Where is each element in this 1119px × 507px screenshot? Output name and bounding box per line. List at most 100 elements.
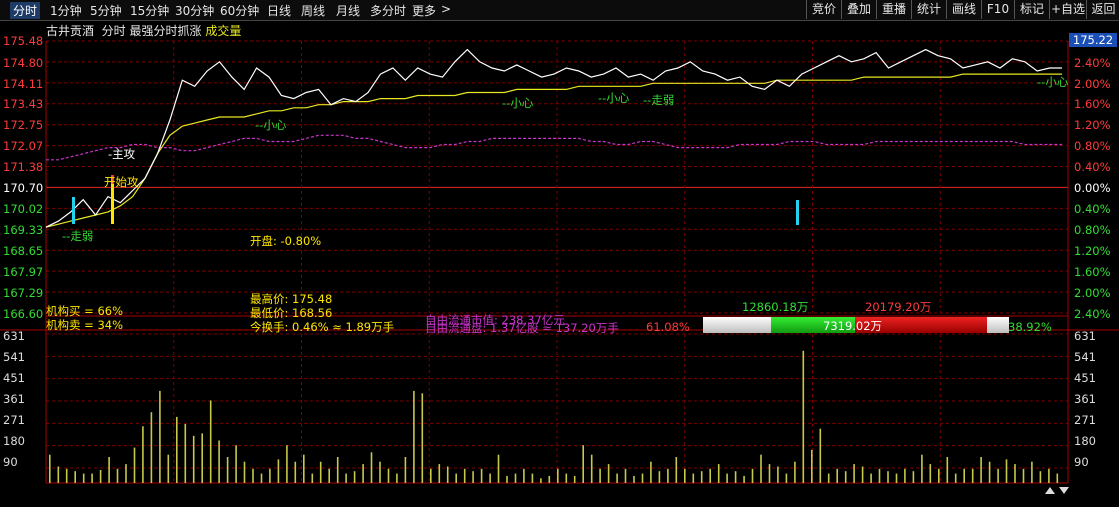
volume-bar: [658, 471, 661, 483]
volume-bar: [201, 433, 203, 483]
open-change: 开盘: -0.80%: [250, 234, 322, 248]
flow-red-top: 20179.20万: [865, 300, 932, 314]
flow-bar-white-left: [703, 317, 771, 333]
signal-zhugong: -主攻: [108, 147, 136, 161]
inst-sell: 机构卖 = 34%: [46, 318, 124, 332]
volume-bar: [700, 471, 703, 483]
volume-bar: [167, 454, 170, 483]
volume-bar: [1031, 461, 1033, 483]
volume-bar: [286, 445, 288, 483]
volume-bar: [590, 454, 593, 483]
volume-bar: [616, 473, 618, 483]
volume-bar: [633, 475, 635, 483]
volume-bar: [751, 468, 754, 483]
signal-bar-cyan: [72, 197, 75, 224]
volume-bar: [954, 473, 957, 483]
volume-bar: [717, 464, 720, 483]
volume-bar: [988, 461, 991, 483]
volume-bar: [675, 457, 678, 483]
volume-bar: [599, 468, 601, 483]
volume-bar: [684, 468, 686, 483]
volume-bar: [176, 416, 178, 483]
volume-bar: [269, 468, 271, 483]
volume-bar: [827, 473, 830, 483]
volume-bar: [811, 449, 813, 483]
signal-xiaoxin-3: --小心: [598, 91, 630, 105]
volume-bar: [472, 471, 474, 483]
volume-bar: [895, 473, 898, 483]
volume-bar: [1014, 464, 1016, 483]
volume-bar: [1056, 473, 1059, 483]
volume-bar: [463, 468, 466, 483]
volume-bar: [319, 461, 322, 483]
volume-bar: [57, 466, 60, 483]
volume-bar: [836, 468, 838, 483]
volume-bar: [870, 473, 872, 483]
volume-bar: [650, 461, 652, 483]
volume-bar: [218, 440, 220, 483]
volume-bar: [607, 464, 610, 483]
volume-bar: [142, 426, 144, 483]
volume-bar: [743, 475, 745, 483]
volume-bar: [497, 454, 500, 483]
volume-bar: [311, 473, 314, 483]
intraday-chart[interactable]: [0, 0, 1119, 507]
volume-bar: [692, 473, 695, 483]
volume-bar: [404, 457, 407, 483]
free-float-shares: 自由流通盘: 1.37亿股 ≈ 137.20万手: [425, 321, 619, 335]
volume-bar: [540, 478, 542, 483]
volume-bar: [489, 473, 491, 483]
volume-bar: [861, 466, 864, 483]
volume-bar: [99, 470, 102, 483]
flow-bar-white-right: [987, 317, 1009, 333]
volume-bar: [74, 471, 76, 483]
volume-bar: [438, 464, 441, 483]
volume-bar: [1039, 471, 1042, 483]
volume-bar: [929, 464, 932, 483]
volume-bar: [370, 452, 373, 483]
volume-scroll-down-icon[interactable]: [1059, 487, 1069, 494]
volume-bar: [523, 468, 525, 483]
volume-bar: [548, 475, 551, 483]
volume-bar: [819, 428, 822, 483]
volume-bar: [573, 475, 576, 483]
volume-bar: [641, 473, 644, 483]
volume-bar: [116, 468, 119, 483]
volume-bar: [159, 390, 161, 483]
flow-green-top: 12860.18万: [742, 300, 809, 314]
volume-scroll-up-icon[interactable]: [1045, 487, 1055, 494]
volume-bar: [667, 468, 669, 483]
red-pct: 61.08%: [646, 320, 690, 334]
volume-bar: [480, 468, 483, 483]
volume-bar: [1048, 468, 1050, 483]
volume-bar: [938, 468, 940, 483]
volume-bar: [844, 471, 847, 483]
flow-mid-value: 7319.02万: [823, 319, 883, 333]
volume-bar: [243, 461, 246, 483]
volume-bar: [853, 464, 855, 483]
volume-bar: [777, 466, 779, 483]
volume-bar: [362, 464, 364, 483]
volume-bar: [1005, 459, 1008, 483]
signal-zoubo-low: --走弱: [62, 229, 94, 243]
volume-bar: [802, 350, 805, 483]
volume-bar: [582, 445, 584, 483]
volume-bar: [396, 473, 398, 483]
volume-bar: [971, 468, 974, 483]
volume-bar: [455, 473, 457, 483]
volume-bar: [82, 473, 85, 483]
volume-bar: [303, 454, 305, 483]
signal-xiaoxin-4: --小心: [1037, 75, 1069, 89]
volume-bar: [328, 468, 330, 483]
volume-bar: [531, 473, 534, 483]
volume-bar: [709, 468, 711, 483]
volume-bar: [734, 471, 737, 483]
volume-bar: [514, 473, 517, 483]
signal-bar-cyan-2: [796, 200, 799, 225]
volume-bar: [184, 424, 187, 483]
volume-bar: [921, 454, 923, 483]
volume-bar: [336, 457, 339, 483]
volume-bar: [379, 461, 381, 483]
volume-bar: [624, 468, 627, 483]
volume-bar: [65, 468, 68, 483]
